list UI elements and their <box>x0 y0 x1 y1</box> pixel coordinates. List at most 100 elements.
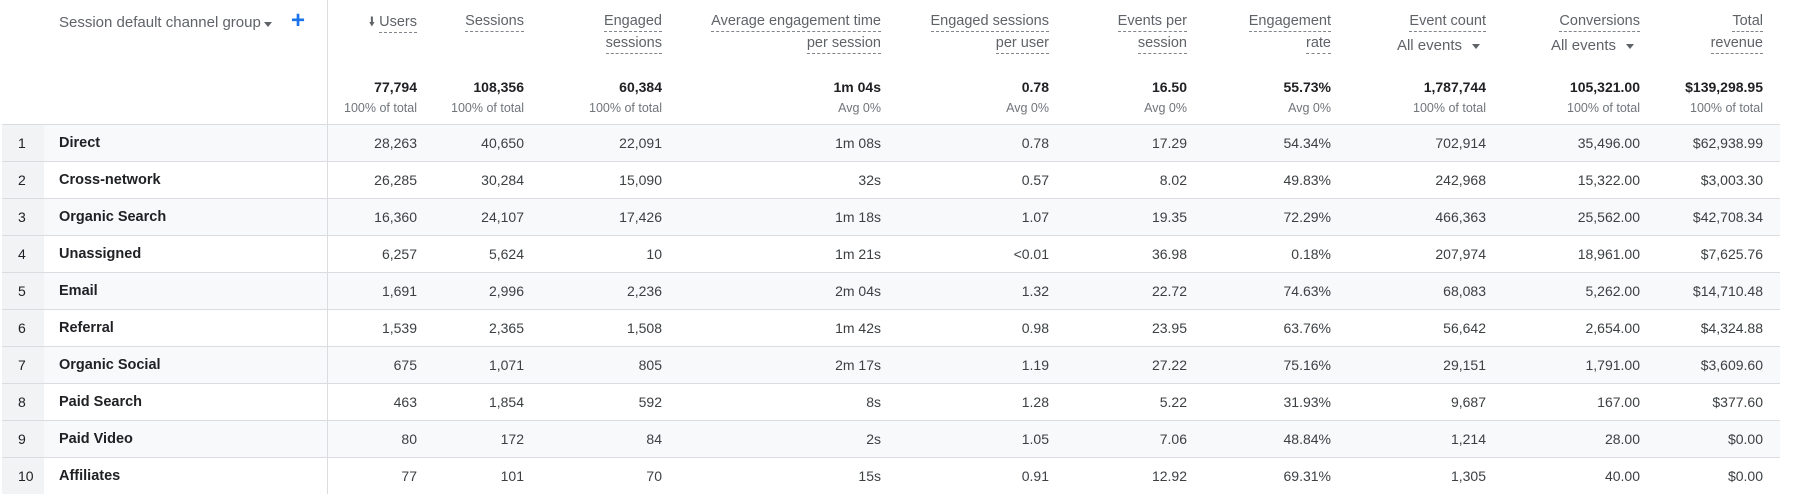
total-value: $139,298.95 <box>1685 79 1763 95</box>
cell-avg-engagement-time: 15s <box>858 468 881 484</box>
cell-engagement-rate: 63.76% <box>1283 320 1331 336</box>
caret-down-icon <box>1472 43 1480 49</box>
cell-events-per-session: 22.72 <box>1151 283 1187 299</box>
row-index: 7 <box>2 347 44 383</box>
event-selector-dropdown[interactable]: All events <box>1551 35 1640 56</box>
cell-event-count: 1,214 <box>1450 431 1486 447</box>
cell-engaged-sessions-per-user: 0.91 <box>1021 468 1049 484</box>
cell-engaged-sessions-per-user: 1.19 <box>1021 357 1049 373</box>
column-divider <box>327 310 328 346</box>
cell-engaged-sessions: 17,426 <box>619 209 662 225</box>
cell-engagement-rate: 0.18% <box>1291 246 1331 262</box>
cell-events-per-session: 27.22 <box>1151 357 1187 373</box>
channel-name[interactable]: Referral <box>59 310 114 346</box>
cell-events-per-session: 23.95 <box>1151 320 1187 336</box>
column-divider <box>327 162 328 198</box>
dimension-selector-label[interactable]: Session default channel group <box>59 14 261 31</box>
cell-conversions: 2,654.00 <box>1585 320 1641 336</box>
column-total-engagement-rate: 55.73% Avg 0% <box>1284 77 1331 118</box>
cell-conversions: 40.00 <box>1604 468 1640 484</box>
channel-name[interactable]: Paid Video <box>59 421 133 457</box>
cell-event-count: 242,968 <box>1435 172 1486 188</box>
cell-engaged-sessions: 10 <box>646 246 662 262</box>
column-label[interactable]: Engagement <box>1248 12 1331 32</box>
cell-avg-engagement-time: 1m 18s <box>835 209 881 225</box>
cell-engaged-sessions: 805 <box>638 357 662 373</box>
column-label[interactable]: Event count <box>1409 12 1486 32</box>
cell-engaged-sessions-per-user: <0.01 <box>1013 246 1049 262</box>
column-label[interactable]: Conversions <box>1559 12 1640 32</box>
cell-engaged-sessions-per-user: 0.98 <box>1021 320 1049 336</box>
column-header-engaged-sessions: Engaged sessions <box>603 11 662 54</box>
row-index: 4 <box>2 236 44 272</box>
cell-event-count: 9,687 <box>1450 394 1486 410</box>
plus-icon[interactable]: + <box>288 9 308 33</box>
channel-name[interactable]: Organic Search <box>59 199 166 235</box>
cell-engagement-rate: 69.31% <box>1283 468 1331 484</box>
row-index: 2 <box>2 162 44 198</box>
table-row: 7 Organic Social 675 1,071 805 2m 17s 1.19 27.2… <box>2 347 1780 384</box>
sort-descending-icon[interactable]: 🠛 <box>369 11 376 32</box>
column-header-users: 🠛 Users <box>369 11 417 33</box>
cell-conversions: 5,262.00 <box>1585 283 1641 299</box>
cell-users: 77 <box>401 468 417 484</box>
row-index: 9 <box>2 421 44 457</box>
column-header-conversions: Conversions All events <box>1551 11 1640 57</box>
column-label[interactable]: Events per <box>1117 12 1187 32</box>
cell-event-count: 29,151 <box>1443 357 1486 373</box>
row-index: 8 <box>2 384 44 420</box>
channel-name[interactable]: Unassigned <box>59 236 141 272</box>
column-label[interactable]: Average engagement time <box>711 12 881 32</box>
column-label-line2[interactable]: session <box>1137 34 1187 54</box>
cell-events-per-session: 17.29 <box>1151 135 1187 151</box>
cell-users: 26,285 <box>374 172 417 188</box>
total-sublabel: 100% of total <box>589 101 662 115</box>
cell-event-count: 207,974 <box>1435 246 1486 262</box>
cell-conversions: 167.00 <box>1597 394 1640 410</box>
column-label-line2[interactable]: revenue <box>1710 34 1763 54</box>
cell-events-per-session: 7.06 <box>1159 431 1187 447</box>
total-value: 1m 04s <box>833 79 881 95</box>
column-label-line2[interactable]: per session <box>806 34 881 54</box>
cell-users: 6,257 <box>381 246 417 262</box>
column-label[interactable]: Users <box>379 13 417 33</box>
cell-engagement-rate: 74.63% <box>1283 283 1331 299</box>
channel-name[interactable]: Organic Social <box>59 347 161 383</box>
cell-total-revenue: $0.00 <box>1727 431 1763 447</box>
column-label-line2[interactable]: sessions <box>605 34 662 54</box>
cell-engagement-rate: 72.29% <box>1283 209 1331 225</box>
cell-event-count: 702,914 <box>1435 135 1486 151</box>
cell-event-count: 466,363 <box>1435 209 1486 225</box>
column-label[interactable]: Total <box>1732 12 1763 32</box>
table-row: 3 Organic Search 16,360 24,107 17,426 1m 18s 1… <box>2 199 1780 236</box>
cell-engaged-sessions-per-user: 1.05 <box>1021 431 1049 447</box>
total-sublabel: 100% of total <box>451 101 524 115</box>
cell-avg-engagement-time: 2m 17s <box>835 357 881 373</box>
channel-name[interactable]: Affiliates <box>59 458 120 494</box>
channel-name[interactable]: Cross-network <box>59 162 161 198</box>
cell-conversions: 25,562.00 <box>1577 209 1640 225</box>
row-index: 5 <box>2 273 44 309</box>
channel-name[interactable]: Email <box>59 273 98 309</box>
cell-avg-engagement-time: 8s <box>866 394 881 410</box>
table-row: 4 Unassigned 6,257 5,624 10 1m 21s <0.01 36.98 0… <box>2 236 1780 273</box>
channel-name[interactable]: Paid Search <box>59 384 142 420</box>
total-value: 1,787,744 <box>1423 79 1486 95</box>
cell-total-revenue: $377.60 <box>1712 394 1763 410</box>
column-label-line2[interactable]: per user <box>995 34 1049 54</box>
total-value: 0.78 <box>1021 79 1049 95</box>
column-label[interactable]: Engaged sessions <box>930 12 1049 32</box>
caret-down-icon[interactable] <box>264 22 272 27</box>
column-label[interactable]: Engaged <box>603 12 662 32</box>
cell-users: 463 <box>393 394 417 410</box>
event-selector-dropdown[interactable]: All events <box>1397 35 1486 56</box>
cell-sessions: 30,284 <box>481 172 524 188</box>
cell-avg-engagement-time: 1m 08s <box>835 135 881 151</box>
column-label-line2[interactable]: rate <box>1306 34 1331 54</box>
cell-engaged-sessions-per-user: 0.57 <box>1021 172 1049 188</box>
column-label[interactable]: Sessions <box>465 12 524 32</box>
total-sublabel: Avg 0% <box>1288 101 1331 115</box>
cell-total-revenue: $7,625.76 <box>1700 246 1763 262</box>
channel-name[interactable]: Direct <box>59 125 100 161</box>
cell-users: 16,360 <box>374 209 417 225</box>
